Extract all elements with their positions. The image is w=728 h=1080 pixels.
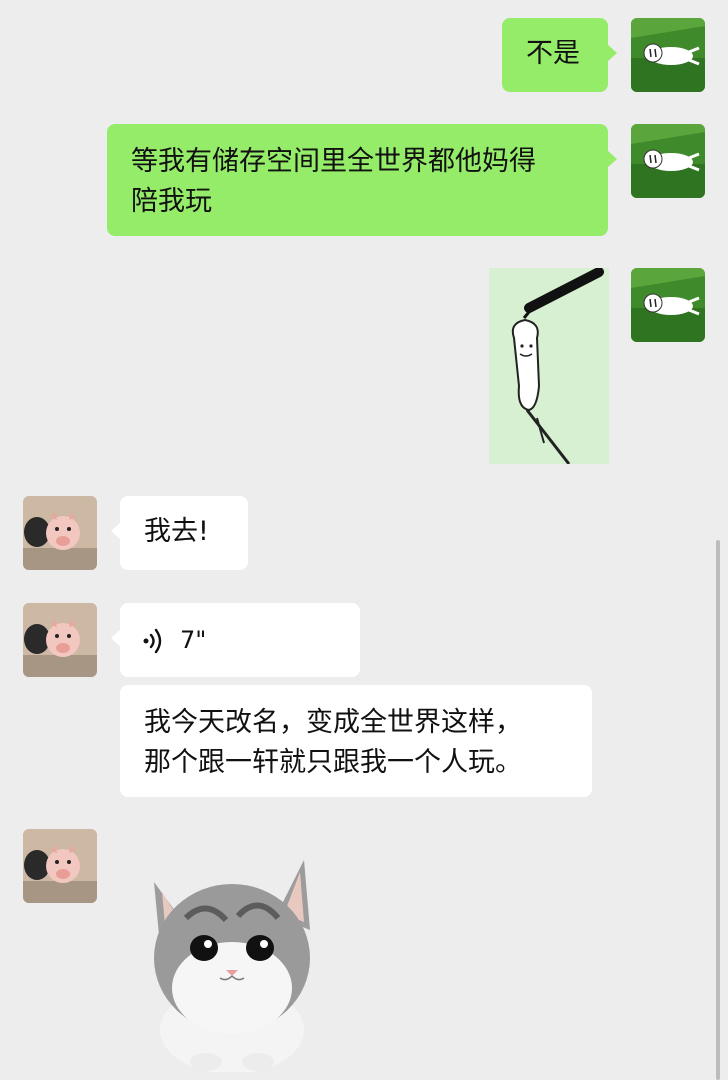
message-text-line: 我今天改名，变成全世界这样，	[144, 707, 522, 738]
self-avatar[interactable]	[631, 124, 705, 198]
peer-avatar[interactable]	[23, 829, 97, 903]
sketch-character-sticker[interactable]	[489, 268, 609, 464]
cat-sticker-image	[154, 860, 310, 1072]
piglets-avatar-icon	[23, 829, 97, 903]
message-bubble-incoming[interactable]: 我去!	[111, 496, 248, 570]
voice-wave-icon	[143, 628, 162, 654]
piglets-avatar-icon	[23, 603, 97, 677]
message-text: 不是	[526, 38, 580, 69]
self-avatar[interactable]	[631, 18, 705, 92]
scrollbar[interactable]	[716, 540, 720, 1080]
cat-sticker[interactable]	[146, 858, 318, 1072]
grass-cartoon-avatar-icon	[631, 124, 705, 198]
message-bubble-outgoing[interactable]: 不是	[502, 18, 617, 92]
peer-avatar[interactable]	[23, 603, 97, 677]
voice-duration: 7"	[180, 626, 207, 654]
message-bubble-incoming[interactable]: 我今天改名，变成全世界这样， 那个跟一轩就只跟我一个人玩。	[120, 685, 592, 797]
message-text-line: 那个跟一轩就只跟我一个人玩。	[144, 747, 522, 778]
grass-cartoon-avatar-icon	[631, 268, 705, 342]
grass-cartoon-avatar-icon	[631, 18, 705, 92]
message-text-line: 陪我玩	[131, 186, 212, 217]
peer-avatar[interactable]	[23, 496, 97, 570]
piglets-avatar-icon	[23, 496, 97, 570]
self-avatar[interactable]	[631, 268, 705, 342]
message-text: 我去!	[144, 516, 209, 547]
message-bubble-outgoing[interactable]: 等我有储存空间里全世界都他妈得 陪我玩	[107, 124, 617, 236]
sketch-character-sticker-image	[489, 268, 609, 464]
message-text-line: 等我有储存空间里全世界都他妈得	[131, 146, 536, 177]
voice-message-bubble[interactable]: 7"	[111, 603, 360, 677]
